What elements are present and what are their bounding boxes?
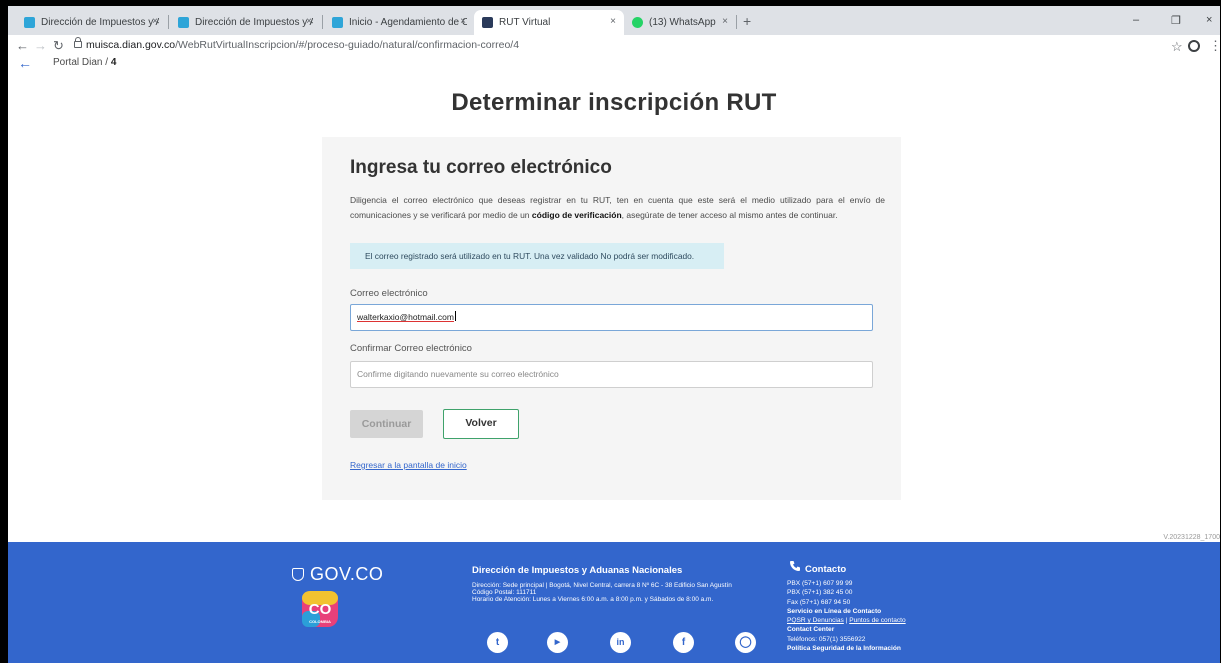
tab-rut-virtual[interactable]: RUT Virtual × <box>474 10 624 35</box>
confirm-email-field[interactable]: Confirme digitando nuevamente su correo … <box>350 361 873 388</box>
page-title: Determinar inscripción RUT <box>451 89 777 116</box>
email-card: Ingresa tu correo electrónico Diligencia… <box>322 137 901 500</box>
twitter-icon[interactable]: t <box>487 632 508 653</box>
breadcrumb-current: 4 <box>110 57 117 68</box>
new-tab-button[interactable]: + <box>743 14 751 28</box>
url-field[interactable]: muisca.dian.gov.co/WebRutVirtualInscripc… <box>86 39 519 51</box>
text-cursor <box>454 311 456 321</box>
back-button[interactable]: Volver <box>443 409 519 439</box>
menu-kebab-icon[interactable]: ⋮ <box>1209 38 1220 54</box>
tab-close-icon[interactable]: × <box>460 16 466 27</box>
back-arrow-icon[interactable]: ← <box>18 55 32 71</box>
reload-icon[interactable]: ↻ <box>53 39 64 53</box>
dian-favicon-icon <box>332 17 343 28</box>
tab-dian-2[interactable]: Dirección de Impuestos y Aduan × <box>170 10 320 35</box>
lock-icon[interactable] <box>74 37 82 48</box>
colombia-logo-icon: CO COLOMBIA <box>302 591 338 627</box>
tab-bar: Dirección de Impuestos y Aduan × Direcci… <box>8 6 1220 35</box>
phone-icon <box>790 561 800 571</box>
shield-icon <box>292 568 304 581</box>
tab-agendamiento[interactable]: Inicio - Agendamiento de Citas × <box>324 10 474 35</box>
close-window-button[interactable]: × <box>1206 14 1212 26</box>
social-links: t ▶ in f ◯ <box>487 632 756 654</box>
rut-favicon-icon <box>482 17 493 28</box>
svg-text:CO: CO <box>309 601 332 618</box>
home-link[interactable]: Regresar a la pantalla de inicio <box>350 460 467 470</box>
email-label: Correo electrónico <box>350 288 428 299</box>
email-field[interactable]: walterkaxio@hotmail.com <box>350 304 873 331</box>
browser-window: Dirección de Impuestos y Aduan × Direcci… <box>8 6 1220 663</box>
tab-close-icon[interactable]: × <box>306 16 312 27</box>
contact-info: PBX (57+1) 607 99 99 PBX (57+1) 382 45 0… <box>787 580 906 653</box>
tab-dian-1[interactable]: Dirección de Impuestos y Aduan × <box>16 10 166 35</box>
bookmark-star-icon[interactable]: ☆ <box>1171 39 1183 55</box>
back-icon[interactable]: ← <box>16 39 29 53</box>
dian-address: Dirección: Sede principal | Bogotá, Nive… <box>472 582 732 604</box>
puntos-contacto-link[interactable]: Puntos de contacto <box>849 617 905 624</box>
contact-title: Contacto <box>805 564 847 575</box>
address-bar: ← → ↻ muisca.dian.gov.co/WebRutVirtualIn… <box>8 35 1220 59</box>
continue-button[interactable]: Continuar <box>350 410 423 438</box>
facebook-icon[interactable]: f <box>673 632 694 653</box>
minimize-button[interactable]: – <box>1133 14 1139 26</box>
whatsapp-favicon-icon <box>632 17 643 28</box>
card-description: Diligencia el correo electrónico que des… <box>350 195 885 220</box>
tab-close-icon[interactable]: × <box>610 16 616 27</box>
tab-close-icon[interactable]: × <box>722 16 728 27</box>
profile-icon[interactable] <box>1188 40 1200 52</box>
govco-logo[interactable]: GOV.CO <box>292 564 383 585</box>
instagram-icon[interactable]: ◯ <box>735 632 756 653</box>
restore-button[interactable]: ❐ <box>1171 14 1181 27</box>
version-label: V.20231228_1700 <box>1163 534 1220 541</box>
footer: GOV.CO CO COLOMBIA Dirección de Impuesto… <box>8 542 1220 663</box>
svg-text:COLOMBIA: COLOMBIA <box>309 619 331 624</box>
tab-whatsapp[interactable]: (13) WhatsApp × <box>624 10 736 35</box>
info-alert: El correo registrado será utilizado en t… <box>350 243 724 269</box>
policy-link[interactable]: Política Seguridad de la Información <box>787 644 906 653</box>
dian-favicon-icon <box>24 17 35 28</box>
youtube-icon[interactable]: ▶ <box>547 632 568 653</box>
card-heading: Ingresa tu correo electrónico <box>350 157 612 178</box>
linkedin-icon[interactable]: in <box>610 632 631 653</box>
tab-close-icon[interactable]: × <box>152 16 158 27</box>
pqsr-link[interactable]: PQSR y Denuncias <box>787 617 844 624</box>
breadcrumb-portal-dian[interactable]: Portal Dian / <box>53 57 111 68</box>
forward-icon[interactable]: → <box>34 39 47 53</box>
dian-favicon-icon <box>178 17 189 28</box>
confirm-email-label: Confirmar Correo electrónico <box>350 343 472 354</box>
page-content: ← Portal Dian / 4 Determinar inscripción… <box>8 55 1220 663</box>
dian-title: Dirección de Impuestos y Aduanas Naciona… <box>472 565 683 576</box>
